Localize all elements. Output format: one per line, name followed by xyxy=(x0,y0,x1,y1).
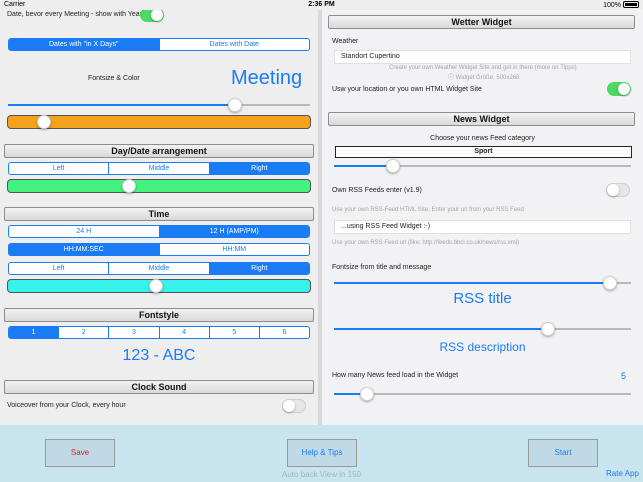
meeting-year-label: Date, bevor every Meeting - show with Ye… xyxy=(7,11,148,18)
status-bar: Carrier 2:36 PM 100% xyxy=(0,0,643,10)
own-rss-label: Own RSS Feeds enter (v1.9) xyxy=(332,187,422,194)
own-rss-toggle[interactable] xyxy=(606,183,630,197)
time-seconds-segmented[interactable]: HH:MM:SEC HH:MM xyxy=(8,243,310,256)
daydate-align-segmented[interactable]: Left Middle Right xyxy=(8,162,310,175)
tab-in-x-days[interactable]: Dates with "in X Days" xyxy=(9,39,159,50)
slider-fill xyxy=(8,104,235,106)
slider-knob[interactable] xyxy=(540,322,555,336)
tab-fontstyle-3[interactable]: 3 xyxy=(108,327,158,338)
help-tips-button[interactable]: Help & Tips xyxy=(287,439,357,467)
time-align-segmented[interactable]: Left Middle Right xyxy=(8,262,310,275)
clock-sound-header: Clock Sound xyxy=(4,380,314,394)
tab-12h[interactable]: 12 H (AMP/PM) xyxy=(158,226,309,237)
rss-description-size-slider[interactable] xyxy=(334,322,631,336)
news-category-label: Choose your news Feed category xyxy=(430,135,535,142)
color-knob[interactable] xyxy=(121,179,136,193)
rss-url-input[interactable]: ...using RSS Feed Widget :-) xyxy=(334,220,631,234)
meeting-preview: Meeting xyxy=(231,67,303,89)
color-knob[interactable] xyxy=(37,115,52,129)
rate-app-link[interactable]: Rate App xyxy=(606,469,639,478)
voiceover-toggle[interactable] xyxy=(282,399,306,413)
tab-daydate-middle[interactable]: Middle xyxy=(108,163,208,174)
tab-time-right[interactable]: Right xyxy=(208,263,309,274)
slider-fill xyxy=(334,282,611,284)
time-header: Time xyxy=(4,207,314,221)
auto-back-label: Auto back View in 150 xyxy=(281,470,361,479)
fontstyle-header: Fontstyle xyxy=(4,308,314,322)
tab-fontstyle-2[interactable]: 2 xyxy=(58,327,108,338)
news-category-slider[interactable] xyxy=(334,159,631,173)
meeting-fontsize-slider[interactable] xyxy=(8,98,310,112)
save-button[interactable]: Save xyxy=(45,439,115,467)
slider-fill xyxy=(334,165,394,167)
tab-hhmmsec[interactable]: HH:MM:SEC xyxy=(9,244,159,255)
rss-url-hint: Use your own RSS Feed url (like: http://… xyxy=(332,240,520,246)
tab-dates-with-date[interactable]: Dates with Date xyxy=(158,39,310,50)
news-count-value: 5 xyxy=(621,371,627,381)
info-icon: ⓘ xyxy=(448,75,456,81)
news-count-slider[interactable] xyxy=(334,387,631,401)
tab-time-middle[interactable]: Middle xyxy=(108,263,208,274)
fontstyle-segmented[interactable]: 1 2 3 4 5 6 xyxy=(8,326,310,339)
news-category-picker[interactable]: Sport xyxy=(335,146,632,158)
slider-fill xyxy=(334,328,548,330)
clock-label: 2:36 PM xyxy=(308,1,335,8)
meeting-color-slider[interactable] xyxy=(7,115,311,129)
tab-daydate-right[interactable]: Right xyxy=(208,163,309,174)
slider-knob[interactable] xyxy=(227,98,242,112)
slider-knob[interactable] xyxy=(603,276,618,290)
location-toggle[interactable] xyxy=(607,82,631,96)
fontsize-title-label: Fontsize from title and message xyxy=(332,264,432,271)
widget-settings-pane[interactable]: Wetter Widget Weather Standort Cupertino… xyxy=(322,10,643,425)
news-widget-header: News Widget xyxy=(328,112,635,126)
rss-title-size-slider[interactable] xyxy=(334,276,631,290)
voiceover-label: Voiceover from your Clock, every hour xyxy=(7,402,126,409)
fontsize-color-label: Fontsize & Color xyxy=(88,75,140,82)
rss-title-preview: RSS title xyxy=(453,290,512,307)
weather-widget-header: Wetter Widget xyxy=(328,15,635,29)
time-color-slider[interactable] xyxy=(7,279,311,293)
color-knob[interactable] xyxy=(148,279,163,293)
time-format-segmented[interactable]: 24 H 12 H (AMP/PM) xyxy=(8,225,310,238)
weather-location-input[interactable]: Standort Cupertino xyxy=(334,50,631,64)
battery-percent: 100% xyxy=(603,2,621,9)
news-count-label: How many News feed load in the Widget xyxy=(332,372,459,379)
daydate-header: Day/Date arrangement xyxy=(4,144,314,158)
rss-description-preview: RSS description xyxy=(439,340,526,354)
slider-knob[interactable] xyxy=(386,159,401,173)
tab-24h[interactable]: 24 H xyxy=(9,226,159,237)
tab-fontstyle-4[interactable]: 4 xyxy=(158,327,209,338)
date-mode-segmented[interactable]: Dates with "in X Days" Dates with Date xyxy=(8,38,310,51)
tab-hhmm[interactable]: HH:MM xyxy=(158,244,310,255)
weather-size-hint: ⓘ Widget Größe: 500x260 xyxy=(448,72,519,81)
battery-icon xyxy=(623,1,639,8)
clock-settings-pane[interactable]: Date, bevor every Meeting - show with Ye… xyxy=(0,10,318,425)
daydate-color-slider[interactable] xyxy=(7,179,311,193)
battery-indicator: 100% xyxy=(603,1,639,9)
fontstyle-preview: 123 - ABC xyxy=(122,347,196,364)
tab-fontstyle-1[interactable]: 1 xyxy=(9,327,59,338)
weather-hint: Create your own Weather Widget Site and … xyxy=(389,65,577,71)
bottom-toolbar: Save Help & Tips Start Auto back View in… xyxy=(0,425,643,482)
tab-time-left[interactable]: Left xyxy=(9,263,108,274)
slider-knob[interactable] xyxy=(359,387,374,401)
meeting-year-toggle[interactable] xyxy=(140,10,164,22)
location-label: Usw your location or you own HTML Widget… xyxy=(332,86,482,93)
weather-label: Weather xyxy=(332,38,359,45)
tab-fontstyle-5[interactable]: 5 xyxy=(208,327,259,338)
weather-size-text: Widget Größe: 500x260 xyxy=(455,75,520,81)
start-button[interactable]: Start xyxy=(528,439,598,467)
own-rss-hint: Use your own RSS-Feed HTML Site, Enter y… xyxy=(332,207,524,213)
tab-fontstyle-6[interactable]: 6 xyxy=(258,327,309,338)
tab-daydate-left[interactable]: Left xyxy=(9,163,108,174)
